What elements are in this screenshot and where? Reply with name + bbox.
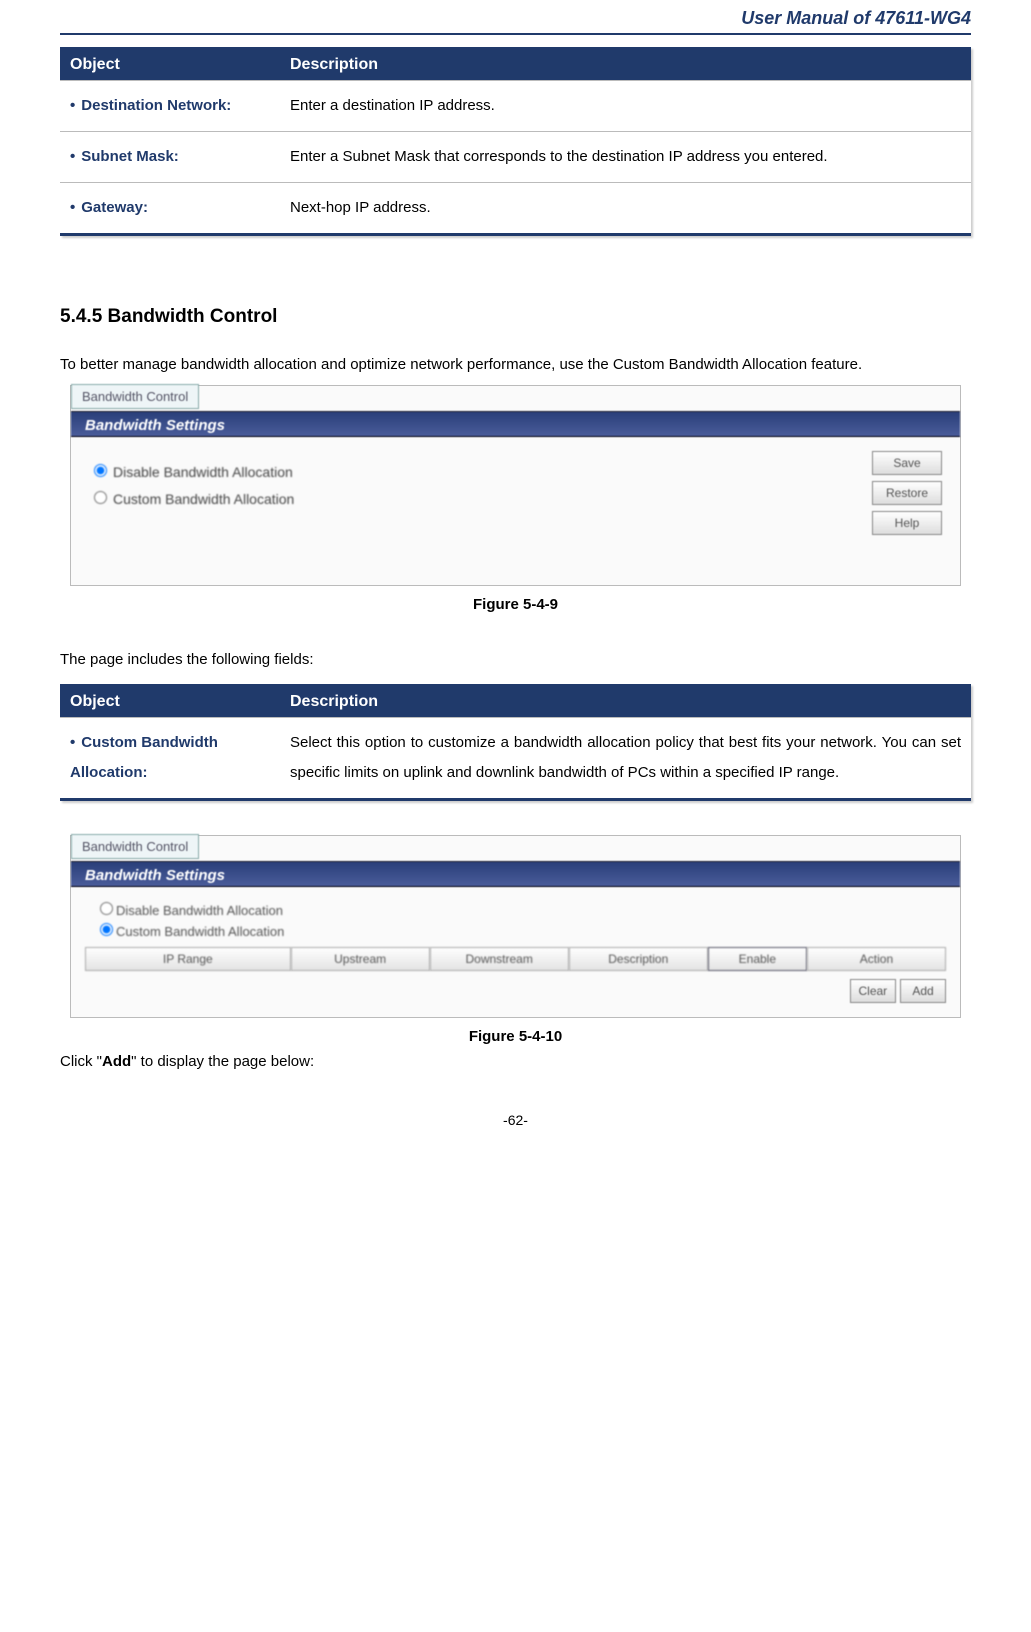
figure-caption-5-4-10: Figure 5-4-10 xyxy=(60,1028,971,1045)
fields-intro-paragraph: The page includes the following fields: xyxy=(60,643,971,676)
table-row: •Custom Bandwidth Allocation: Select thi… xyxy=(60,718,971,800)
table2-row0-description: Select this option to customize a bandwi… xyxy=(280,718,971,800)
screenshot-tab: Bandwidth Control xyxy=(71,834,199,859)
radio-custom-bandwidth[interactable]: Custom Bandwidth Allocation xyxy=(95,918,946,939)
table1-row1-object: Subnet Mask: xyxy=(81,148,179,165)
figure-caption-5-4-9: Figure 5-4-9 xyxy=(60,596,971,613)
table-row: •Destination Network: Enter a destinatio… xyxy=(60,81,971,132)
table1-row0-object: Destination Network: xyxy=(81,97,231,114)
page-number: -62- xyxy=(60,1112,971,1128)
screenshot-bandwidth-settings-2: Bandwidth Control Bandwidth Settings Dis… xyxy=(70,835,961,1018)
table1-row2-object: Gateway: xyxy=(81,199,148,216)
section-intro-paragraph: To better manage bandwidth allocation an… xyxy=(60,348,971,381)
help-button[interactable]: Help xyxy=(872,511,942,535)
screenshot-tab: Bandwidth Control xyxy=(71,384,199,409)
table1-header-object: Object xyxy=(60,49,280,81)
section-heading-5-4-5: 5.4.5 Bandwidth Control xyxy=(60,306,971,328)
radio-disable-input[interactable] xyxy=(94,464,107,477)
screenshot-titlebar: Bandwidth Settings xyxy=(71,861,960,887)
radio-disable-input[interactable] xyxy=(100,902,113,915)
col-downstream: Downstream xyxy=(430,947,569,971)
table-row: •Gateway: Next-hop IP address. xyxy=(60,183,971,235)
col-action: Action xyxy=(807,947,946,971)
object-description-table-2: Object Description •Custom Bandwidth All… xyxy=(60,684,971,801)
radio-custom-input[interactable] xyxy=(94,491,107,504)
table1-row0-description: Enter a destination IP address. xyxy=(280,81,971,132)
save-button[interactable]: Save xyxy=(872,451,942,475)
table2-row0-object: Custom Bandwidth Allocation: xyxy=(70,734,218,781)
add-button[interactable]: Add xyxy=(900,979,946,1003)
col-upstream: Upstream xyxy=(291,947,430,971)
table1-header-description: Description xyxy=(280,49,971,81)
radio-custom-input[interactable] xyxy=(100,923,113,936)
table1-row1-description: Enter a Subnet Mask that corresponds to … xyxy=(280,132,971,183)
bandwidth-table-header: IP Range Upstream Downstream Description… xyxy=(85,947,946,971)
clear-button[interactable]: Clear xyxy=(850,979,896,1003)
table-row: •Subnet Mask: Enter a Subnet Mask that c… xyxy=(60,132,971,183)
radio-disable-bandwidth[interactable]: Disable Bandwidth Allocation xyxy=(95,899,946,918)
col-description: Description xyxy=(569,947,708,971)
table2-header-object: Object xyxy=(60,686,280,718)
screenshot-bandwidth-settings-1: Bandwidth Control Bandwidth Settings Dis… xyxy=(70,385,961,586)
radio-disable-bandwidth[interactable]: Disable Bandwidth Allocation xyxy=(89,457,862,484)
document-page: User Manual of 47611-WG4 Object Descript… xyxy=(0,0,1031,1168)
restore-button[interactable]: Restore xyxy=(872,481,942,505)
page-header-title: User Manual of 47611-WG4 xyxy=(60,0,971,35)
click-add-paragraph: Click "Add" to display the page below: xyxy=(60,1051,971,1072)
table1-row2-description: Next-hop IP address. xyxy=(280,183,971,235)
col-enable[interactable]: Enable xyxy=(708,947,807,971)
table2-header-description: Description xyxy=(280,686,971,718)
radio-custom-bandwidth[interactable]: Custom Bandwidth Allocation xyxy=(89,484,862,511)
screenshot-titlebar: Bandwidth Settings xyxy=(71,411,960,437)
object-description-table-1: Object Description •Destination Network:… xyxy=(60,47,971,236)
col-ip-range: IP Range xyxy=(85,947,291,971)
